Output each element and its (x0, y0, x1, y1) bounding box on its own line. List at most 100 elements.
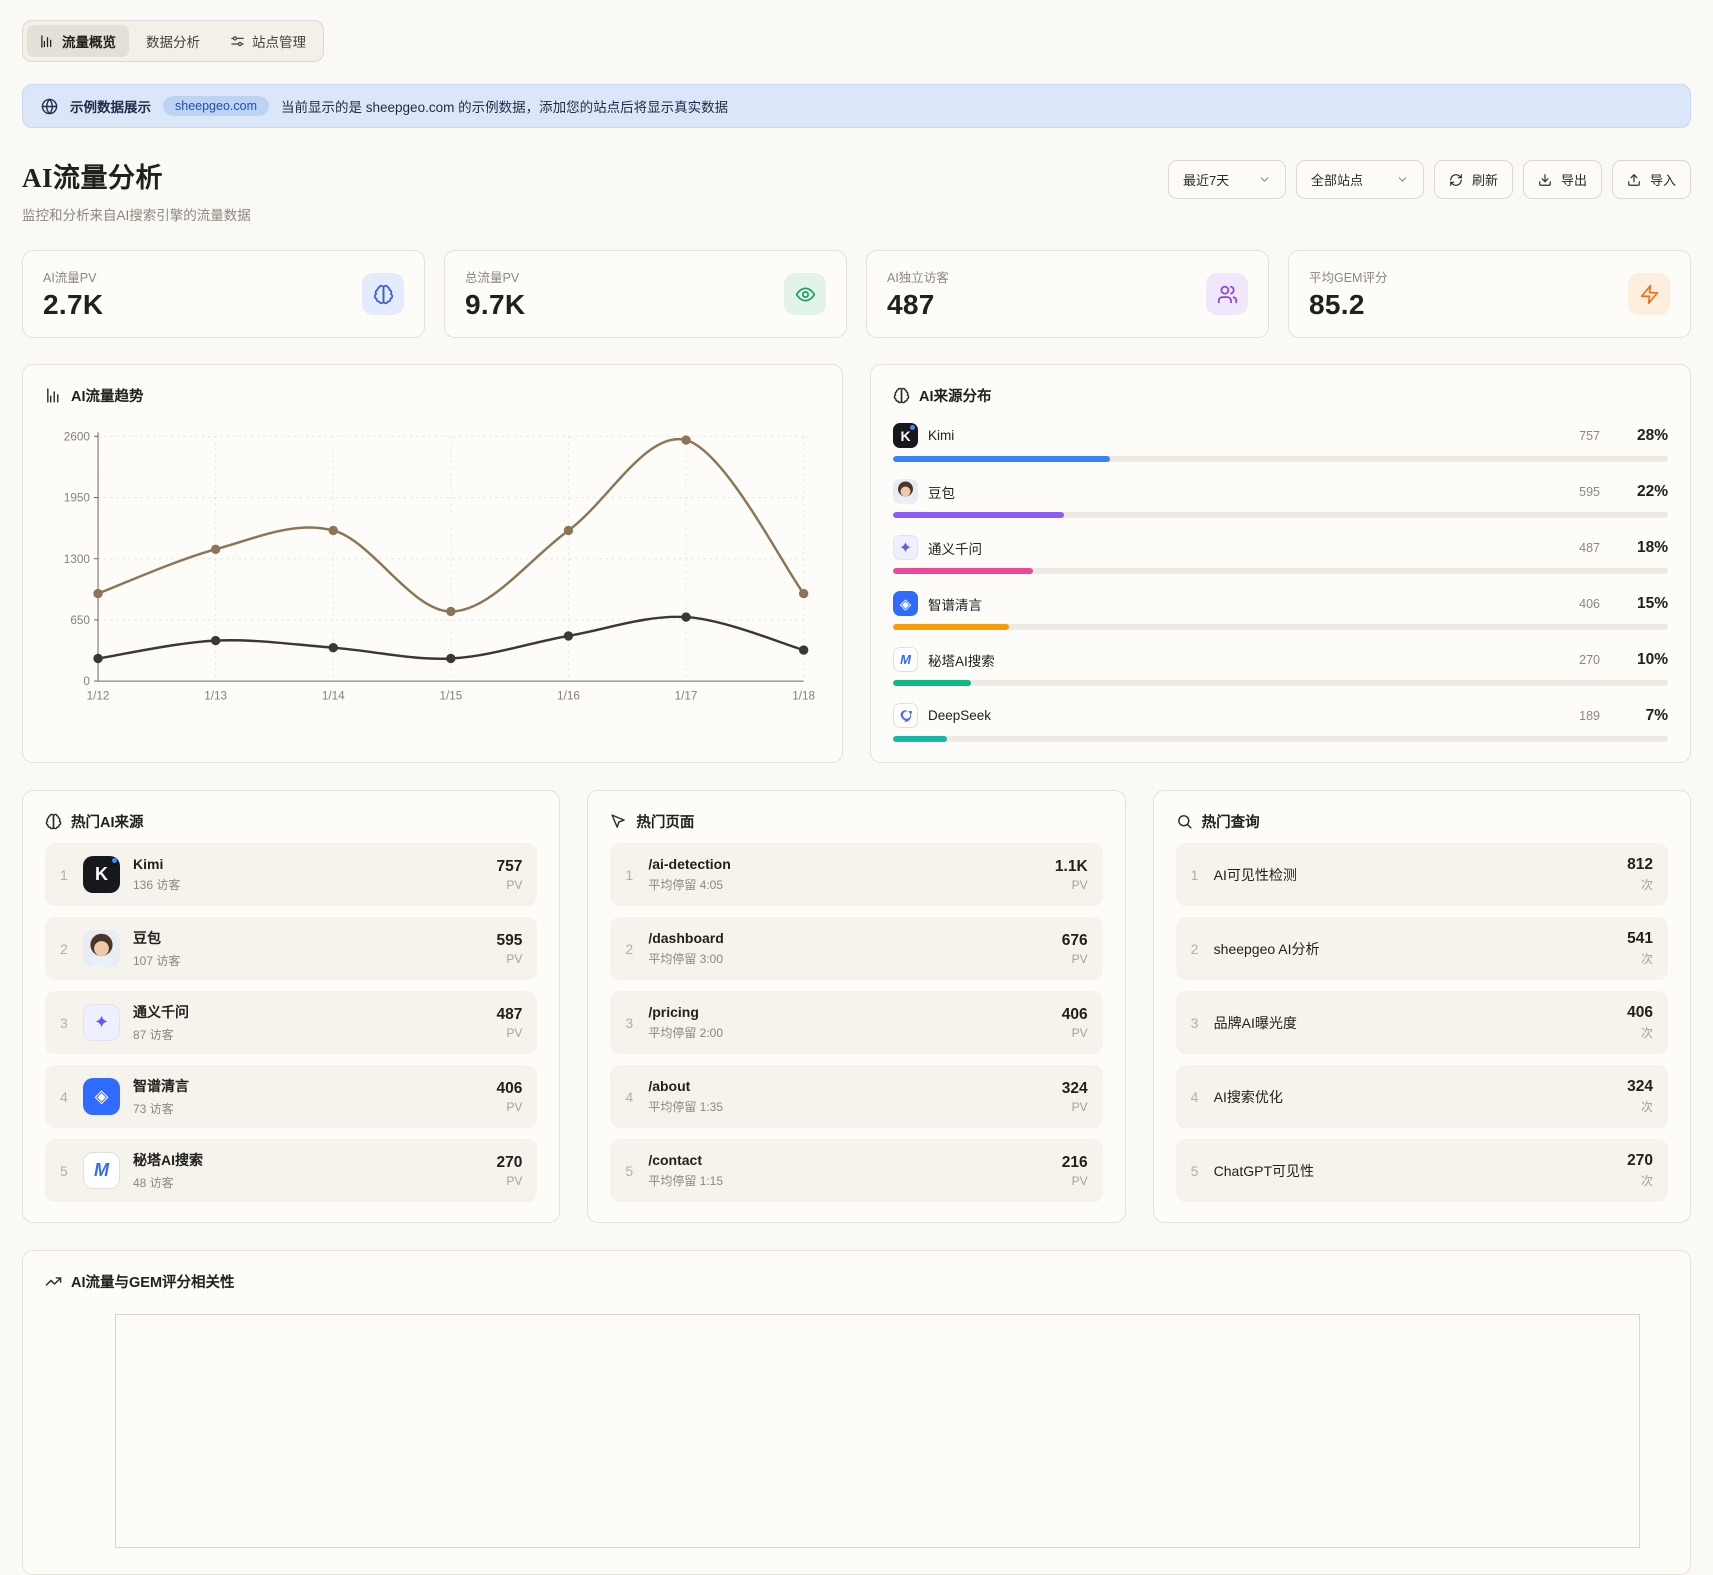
rank: 3 (625, 1015, 635, 1031)
tab-data-analysis[interactable]: 数据分析 (133, 25, 213, 57)
page-path: /ai-detection (648, 856, 1042, 872)
page-path: /contact (648, 1152, 1048, 1168)
list-item: 5 M 秘塔AI搜索 48 访客 270 PV (45, 1139, 537, 1202)
svg-text:1/16: 1/16 (557, 689, 580, 702)
brain-icon (362, 273, 404, 315)
import-button[interactable]: 导入 (1612, 160, 1691, 199)
svg-text:1/12: 1/12 (87, 689, 110, 702)
list-item: 5 ChatGPT可见性 270 次 (1176, 1139, 1668, 1202)
correlation-panel: AI流量与GEM评分相关性 (22, 1250, 1691, 1575)
list-item: 2 sheepgeo AI分析 541 次 (1176, 917, 1668, 980)
users-icon (1206, 273, 1248, 315)
source-bar-track (893, 680, 1668, 686)
source-name: DeepSeek (928, 708, 1569, 723)
list-item: 3 /pricing 平均停留 2:00 406 PV (610, 991, 1102, 1054)
pv-value: 216 (1062, 1154, 1088, 1172)
deepseek-logo (893, 703, 918, 728)
source-name: 秘塔AI搜索 (928, 650, 1569, 670)
stat-value: 85.2 (1309, 289, 1387, 321)
upload-icon (1627, 173, 1641, 187)
query-count: 406 (1627, 1004, 1653, 1022)
pv-unit: PV (1055, 878, 1088, 892)
list-item: 5 /contact 平均停留 1:15 216 PV (610, 1139, 1102, 1202)
stat-label: AI独立访客 (887, 267, 949, 286)
tab-label: 站点管理 (252, 31, 306, 51)
refresh-button[interactable]: 刷新 (1434, 160, 1513, 199)
query-count: 270 (1627, 1152, 1653, 1170)
source-name: 智谱清言 (133, 1076, 483, 1096)
source-bar-fill (893, 512, 1064, 518)
download-icon (1538, 173, 1552, 187)
rank: 1 (60, 867, 70, 883)
date-range-select[interactable]: 最近7天 (1168, 160, 1286, 199)
list-item: 1 /ai-detection 平均停留 4:05 1.1K PV (610, 843, 1102, 906)
source-row-kimi: K Kimi 757 28% (893, 423, 1668, 462)
svg-text:1/17: 1/17 (675, 689, 698, 702)
source-bar-track (893, 736, 1668, 742)
source-value: 270 (1579, 653, 1600, 667)
list-item: 2 /dashboard 平均停留 3:00 676 PV (610, 917, 1102, 980)
source-visitors: 136 访客 (133, 876, 483, 893)
pv-value: 406 (496, 1080, 522, 1098)
stat-value: 487 (887, 289, 949, 321)
source-bar-fill (893, 456, 1110, 462)
svg-text:2600: 2600 (64, 430, 91, 443)
stat-card-ai-pv: AI流量PV 2.7K (22, 250, 425, 338)
page-subtitle: 监控和分析来自AI搜索引擎的流量数据 (22, 204, 251, 224)
domain-badge[interactable]: sheepgeo.com (163, 96, 269, 116)
stat-label: 总流量PV (465, 267, 525, 286)
panel-title: AI流量与GEM评分相关性 (71, 1271, 235, 1292)
source-value: 406 (1579, 597, 1600, 611)
list-item: 4 ◈ 智谱清言 73 访客 406 PV (45, 1065, 537, 1128)
stat-value: 9.7K (465, 289, 525, 321)
tab-site-management[interactable]: 站点管理 (217, 25, 319, 57)
top-pages-panel: 热门页面 1 /ai-detection 平均停留 4:05 1.1K PV 2… (587, 790, 1125, 1223)
doubao-logo (83, 930, 120, 967)
rank: 2 (625, 941, 635, 957)
site-select[interactable]: 全部站点 (1296, 160, 1424, 199)
source-name: 通义千问 (928, 538, 1569, 558)
pv-value: 324 (1062, 1080, 1088, 1098)
query-unit: 次 (1627, 950, 1653, 967)
source-row-deepseek: DeepSeek 189 7% (893, 703, 1668, 742)
list-item: 4 /about 平均停留 1:35 324 PV (610, 1065, 1102, 1128)
source-bar-fill (893, 680, 971, 686)
rank: 3 (1191, 1015, 1201, 1031)
tab-traffic-overview[interactable]: 流量概览 (27, 25, 129, 57)
pv-value: 757 (496, 858, 522, 876)
svg-text:650: 650 (70, 614, 90, 627)
metaso-logo: M (893, 647, 918, 672)
source-row-zhipu: ◈ 智谱清言 406 15% (893, 591, 1668, 630)
stat-label: 平均GEM评分 (1309, 267, 1387, 286)
panel-title: 热门查询 (1202, 811, 1260, 832)
query-count: 541 (1627, 930, 1653, 948)
sliders-icon (230, 34, 245, 49)
view-tabbar: 流量概览 数据分析 站点管理 (22, 20, 324, 62)
tab-label: 数据分析 (146, 31, 200, 51)
page-stay: 平均停留 1:35 (648, 1098, 1048, 1115)
search-icon (1176, 813, 1193, 830)
rank: 4 (625, 1089, 635, 1105)
page-title: AI流量分析 (22, 156, 251, 195)
svg-text:0: 0 (83, 675, 90, 688)
page-path: /dashboard (648, 930, 1048, 946)
list-item: 2 豆包 107 访客 595 PV (45, 917, 537, 980)
source-visitors: 48 访客 (133, 1174, 483, 1191)
pv-value: 406 (1062, 1006, 1088, 1024)
panel-title: AI来源分布 (919, 385, 992, 406)
ai-source-distribution-panel: AI来源分布 K Kimi 757 28% 豆包 595 22% (870, 364, 1691, 763)
panel-title: AI流量趋势 (71, 385, 144, 406)
stat-card-gem-score: 平均GEM评分 85.2 (1288, 250, 1691, 338)
pv-value: 270 (496, 1154, 522, 1172)
brain-icon (893, 387, 910, 404)
source-percent: 28% (1624, 427, 1668, 445)
doubao-logo (893, 479, 918, 504)
source-name: Kimi (133, 856, 483, 872)
svg-text:1/15: 1/15 (439, 689, 462, 702)
rank: 1 (1191, 867, 1201, 883)
list-item: 1 K Kimi 136 访客 757 PV (45, 843, 537, 906)
stat-label: AI流量PV (43, 267, 103, 286)
source-value: 757 (1579, 429, 1600, 443)
export-button[interactable]: 导出 (1523, 160, 1602, 199)
source-name: 豆包 (133, 928, 483, 948)
